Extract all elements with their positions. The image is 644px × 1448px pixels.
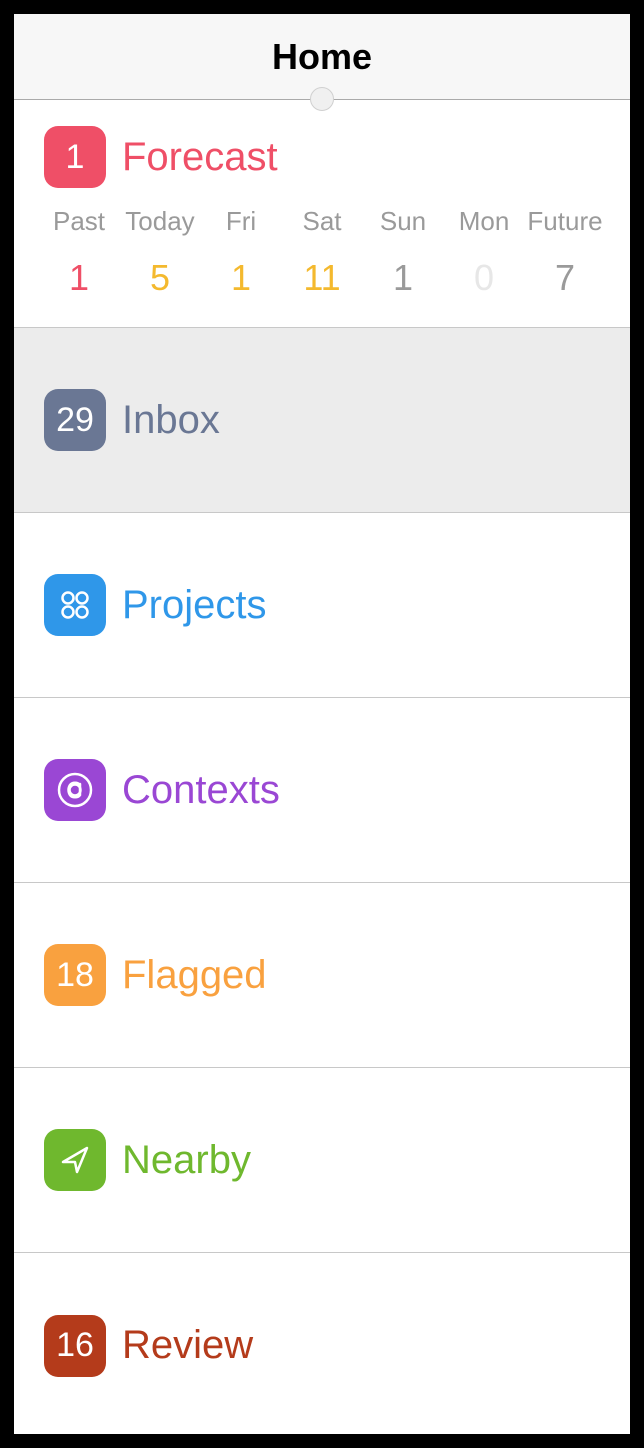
forecast-day-label: Sun [380,206,426,237]
forecast-day-label: Fri [226,206,256,237]
pull-indicator-icon [310,87,334,111]
projects-icon [44,574,106,636]
flagged-badge: 18 [44,944,106,1006]
flagged-label: Flagged [122,953,267,998]
nearby-icon [44,1129,106,1191]
forecast-day-count: 1 [393,257,413,299]
row-contexts[interactable]: Contexts [14,698,630,883]
forecast-day-count: 5 [150,257,170,299]
home-list: 1 Forecast Past 1 Today 5 Fri 1 [14,100,630,1434]
forecast-badge: 1 [44,126,106,188]
forecast-day-count: 11 [303,257,340,299]
forecast-col-past[interactable]: Past 1 [44,206,114,299]
inbox-label: Inbox [122,398,220,443]
contexts-label: Contexts [122,768,280,813]
forecast-grid: Past 1 Today 5 Fri 1 Sat 11 [14,206,630,327]
contexts-icon [44,759,106,821]
forecast-day-count: 0 [474,257,494,299]
projects-label: Projects [122,583,267,628]
navbar: Home [14,14,630,100]
forecast-day-count: 1 [231,257,251,299]
row-forecast[interactable]: 1 Forecast Past 1 Today 5 Fri 1 [14,100,630,328]
forecast-col-today[interactable]: Today 5 [125,206,195,299]
forecast-col-sat[interactable]: Sat 11 [287,206,357,299]
page-title: Home [272,36,372,78]
forecast-day-label: Past [53,206,105,237]
row-review[interactable]: 16 Review [14,1253,630,1434]
inbox-badge: 29 [44,389,106,451]
forecast-day-count: 7 [555,257,575,299]
row-nearby[interactable]: Nearby [14,1068,630,1253]
nearby-label: Nearby [122,1138,251,1183]
row-projects[interactable]: Projects [14,513,630,698]
review-label: Review [122,1323,253,1368]
forecast-col-mon[interactable]: Mon 0 [449,206,519,299]
forecast-day-label: Mon [459,206,510,237]
forecast-col-future[interactable]: Future 7 [530,206,600,299]
forecast-day-label: Sat [302,206,341,237]
review-badge: 16 [44,1315,106,1377]
forecast-col-sun[interactable]: Sun 1 [368,206,438,299]
forecast-day-label: Future [527,206,602,237]
forecast-label: Forecast [122,135,278,180]
forecast-col-fri[interactable]: Fri 1 [206,206,276,299]
row-flagged[interactable]: 18 Flagged [14,883,630,1068]
row-inbox[interactable]: 29 Inbox [14,328,630,513]
forecast-day-label: Today [125,206,194,237]
forecast-day-count: 1 [69,257,89,299]
